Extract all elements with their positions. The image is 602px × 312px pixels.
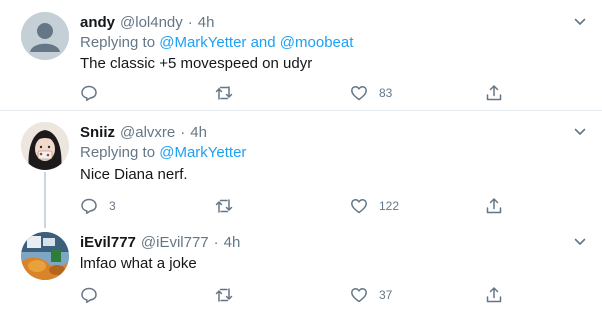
- timestamp[interactable]: 4h: [198, 14, 215, 31]
- tweet[interactable]: iEvil777 @iEvil777 · 4h lmfao what a jok…: [0, 222, 602, 312]
- replying-to-label: Replying to: [80, 144, 160, 161]
- retweet-button[interactable]: [215, 83, 244, 103]
- reply-button[interactable]: [80, 285, 109, 305]
- tweet-header: iEvil777 @iEvil777 · 4h: [80, 232, 240, 252]
- share-button[interactable]: [485, 83, 503, 103]
- share-button[interactable]: [485, 285, 503, 305]
- separator-dot: ·: [180, 123, 186, 141]
- reply-icon: [81, 85, 97, 101]
- avatar[interactable]: [21, 122, 69, 170]
- chevron-down-icon[interactable]: [574, 16, 586, 28]
- like-button[interactable]: 83: [350, 83, 392, 103]
- chevron-down-icon[interactable]: [574, 236, 586, 248]
- tweet-actions: 37: [80, 285, 530, 305]
- timestamp[interactable]: 4h: [224, 234, 241, 251]
- share-icon: [486, 287, 502, 303]
- mention-link[interactable]: @MarkYetter: [159, 34, 246, 51]
- mention-link[interactable]: @moobeat: [280, 34, 354, 51]
- share-button[interactable]: [485, 196, 503, 216]
- tweet-header: andy @lol4ndy · 4h: [80, 12, 214, 32]
- replying-to: Replying to @MarkYetter and @moobeat: [80, 34, 353, 51]
- user-handle[interactable]: @alvxre: [120, 124, 175, 141]
- mention-joiner: and: [246, 34, 280, 51]
- timestamp[interactable]: 4h: [190, 124, 207, 141]
- heart-icon: [351, 287, 367, 303]
- reply-icon: [81, 198, 97, 214]
- avatar[interactable]: [21, 232, 69, 280]
- mention-link[interactable]: @MarkYetter: [159, 144, 246, 161]
- retweet-button[interactable]: [215, 285, 244, 305]
- like-button[interactable]: 122: [350, 196, 399, 216]
- like-count: 37: [379, 288, 393, 302]
- display-name[interactable]: andy: [80, 14, 115, 31]
- tweet-header: Sniiz @alvxre · 4h: [80, 122, 207, 142]
- avatar[interactable]: [21, 12, 69, 60]
- user-avatar-image: [21, 122, 69, 170]
- reply-button[interactable]: [80, 83, 109, 103]
- reply-icon: [81, 287, 97, 303]
- thread-connector: [44, 172, 46, 228]
- user-handle[interactable]: @lol4ndy: [120, 14, 183, 31]
- separator-dot: ·: [213, 233, 219, 251]
- like-count: 83: [379, 86, 393, 100]
- tweet-actions: 3 122: [80, 196, 530, 216]
- share-icon: [486, 85, 502, 101]
- reply-count: 3: [109, 199, 116, 213]
- tweet-actions: 83: [80, 83, 530, 103]
- replying-to-label: Replying to: [80, 34, 160, 51]
- display-name[interactable]: Sniiz: [80, 124, 115, 141]
- tweet-text: lmfao what a joke: [80, 255, 197, 272]
- retweet-icon: [215, 86, 233, 100]
- separator-dot: ·: [187, 13, 193, 31]
- share-icon: [486, 198, 502, 214]
- chevron-down-icon[interactable]: [574, 126, 586, 138]
- heart-icon: [351, 85, 367, 101]
- retweet-button[interactable]: [215, 196, 244, 216]
- tweet[interactable]: Sniiz @alvxre · 4h Replying to @MarkYett…: [0, 112, 602, 228]
- retweet-icon: [215, 199, 233, 213]
- reply-button[interactable]: 3: [80, 196, 116, 216]
- default-avatar-icon: [21, 12, 69, 60]
- tweet-text: The classic +5 movespeed on udyr: [80, 55, 313, 72]
- user-handle[interactable]: @iEvil777: [141, 234, 209, 251]
- like-count: 122: [379, 199, 400, 213]
- like-button[interactable]: 37: [350, 285, 392, 305]
- heart-icon: [351, 198, 367, 214]
- display-name[interactable]: iEvil777: [80, 234, 136, 251]
- tweet[interactable]: andy @lol4ndy · 4h Replying to @MarkYett…: [0, 0, 602, 111]
- user-avatar-image: [21, 232, 69, 280]
- replying-to: Replying to @MarkYetter: [80, 144, 246, 161]
- tweet-text: Nice Diana nerf.: [80, 166, 188, 183]
- retweet-icon: [215, 288, 233, 302]
